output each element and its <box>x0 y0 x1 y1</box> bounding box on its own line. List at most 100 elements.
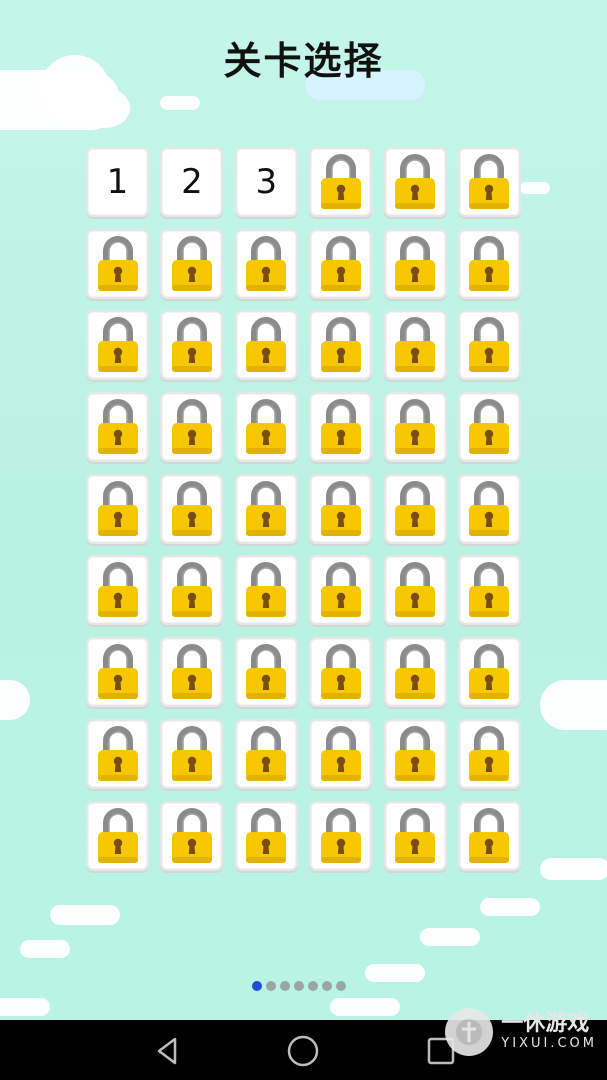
padlock-icon <box>319 480 363 538</box>
locked-level-tile[interactable] <box>234 473 298 544</box>
watermark-site: YIXUI.COM <box>501 1036 597 1051</box>
watermark-logo: 一休游戏 YIXUI.COM <box>445 1008 597 1056</box>
locked-level-tile[interactable] <box>86 228 149 299</box>
cloud <box>160 96 200 110</box>
padlock-icon <box>170 561 214 619</box>
cloud <box>80 88 130 128</box>
page-dot[interactable] <box>322 981 332 991</box>
back-triangle-icon[interactable] <box>150 1034 184 1068</box>
locked-level-tile[interactable] <box>309 800 373 871</box>
padlock-icon <box>467 153 511 211</box>
padlock-icon <box>467 561 511 619</box>
page-title: 关卡选择 <box>223 39 384 83</box>
cloud <box>420 928 480 946</box>
locked-level-tile[interactable] <box>160 718 224 789</box>
padlock-icon <box>319 235 363 293</box>
level-tile-3[interactable]: 3 <box>234 147 298 217</box>
level-tile-1[interactable]: 1 <box>86 147 149 217</box>
locked-level-tile[interactable] <box>309 147 373 217</box>
locked-level-tile[interactable] <box>309 637 373 708</box>
padlock-icon <box>393 398 437 456</box>
locked-level-tile[interactable] <box>160 637 224 708</box>
padlock-icon <box>244 643 288 701</box>
locked-level-tile[interactable] <box>309 718 373 789</box>
padlock-icon <box>170 316 214 374</box>
padlock-icon <box>96 398 140 456</box>
padlock-icon <box>319 807 363 865</box>
locked-level-tile[interactable] <box>457 473 521 544</box>
locked-level-tile[interactable] <box>160 555 224 626</box>
locked-level-tile[interactable] <box>160 228 224 299</box>
locked-level-tile[interactable] <box>86 718 149 789</box>
locked-level-tile[interactable] <box>383 473 447 544</box>
padlock-icon <box>319 643 363 701</box>
padlock-icon <box>244 480 288 538</box>
level-grid: 1 2 3 <box>86 147 521 871</box>
locked-level-tile[interactable] <box>234 718 298 789</box>
page-dot[interactable] <box>336 981 346 991</box>
locked-level-tile[interactable] <box>86 392 149 463</box>
locked-level-tile[interactable] <box>383 800 447 871</box>
locked-level-tile[interactable] <box>457 310 521 381</box>
padlock-icon <box>244 561 288 619</box>
locked-level-tile[interactable] <box>86 310 149 381</box>
locked-level-tile[interactable] <box>457 392 521 463</box>
padlock-icon <box>319 561 363 619</box>
padlock-icon <box>467 316 511 374</box>
padlock-icon <box>393 316 437 374</box>
locked-level-tile[interactable] <box>86 555 149 626</box>
padlock-icon <box>393 725 437 783</box>
locked-level-tile[interactable] <box>457 147 521 217</box>
locked-level-tile[interactable] <box>383 228 447 299</box>
locked-level-tile[interactable] <box>309 310 373 381</box>
locked-level-tile[interactable] <box>160 473 224 544</box>
locked-level-tile[interactable] <box>383 637 447 708</box>
padlock-icon <box>244 807 288 865</box>
locked-level-tile[interactable] <box>383 555 447 626</box>
locked-level-tile[interactable] <box>234 392 298 463</box>
page-dot[interactable] <box>266 981 276 991</box>
locked-level-tile[interactable] <box>309 473 373 544</box>
locked-level-tile[interactable] <box>383 147 447 217</box>
padlock-icon <box>393 235 437 293</box>
locked-level-tile[interactable] <box>160 800 224 871</box>
locked-level-tile[interactable] <box>160 392 224 463</box>
locked-level-tile[interactable] <box>383 392 447 463</box>
locked-level-tile[interactable] <box>457 637 521 708</box>
locked-level-tile[interactable] <box>234 637 298 708</box>
locked-level-tile[interactable] <box>457 800 521 871</box>
cloud <box>540 858 607 880</box>
padlock-icon <box>319 725 363 783</box>
locked-level-tile[interactable] <box>86 800 149 871</box>
locked-level-tile[interactable] <box>309 555 373 626</box>
locked-level-tile[interactable] <box>383 310 447 381</box>
locked-level-tile[interactable] <box>457 555 521 626</box>
page-dot[interactable] <box>308 981 318 991</box>
locked-level-tile[interactable] <box>160 310 224 381</box>
locked-level-tile[interactable] <box>86 473 149 544</box>
level-tile-2[interactable]: 2 <box>160 147 224 217</box>
locked-level-tile[interactable] <box>234 800 298 871</box>
padlock-icon <box>393 807 437 865</box>
padlock-icon <box>96 561 140 619</box>
locked-level-tile[interactable] <box>234 555 298 626</box>
locked-level-tile[interactable] <box>309 392 373 463</box>
locked-level-tile[interactable] <box>86 637 149 708</box>
padlock-icon <box>96 725 140 783</box>
watermark-badge-icon <box>445 1008 494 1056</box>
locked-level-tile[interactable] <box>234 228 298 299</box>
home-circle-icon[interactable] <box>286 1034 320 1068</box>
cloud <box>365 964 425 982</box>
page-dot-active[interactable] <box>252 981 262 991</box>
locked-level-tile[interactable] <box>383 718 447 789</box>
page-dot[interactable] <box>294 981 304 991</box>
padlock-icon <box>170 807 214 865</box>
padlock-icon <box>96 480 140 538</box>
locked-level-tile[interactable] <box>309 228 373 299</box>
padlock-icon <box>467 725 511 783</box>
padlock-icon <box>467 643 511 701</box>
locked-level-tile[interactable] <box>457 228 521 299</box>
locked-level-tile[interactable] <box>457 718 521 789</box>
locked-level-tile[interactable] <box>234 310 298 381</box>
page-dot[interactable] <box>280 981 290 991</box>
